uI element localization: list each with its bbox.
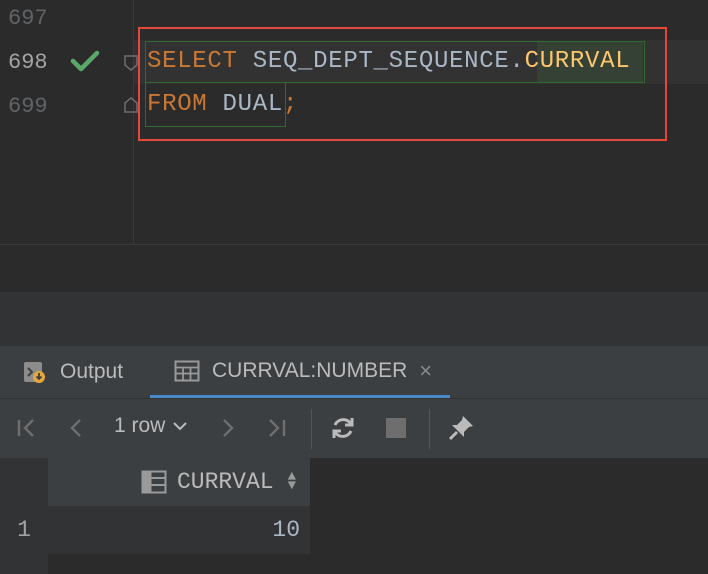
pin-icon[interactable] (446, 413, 476, 443)
close-icon[interactable]: × (419, 358, 432, 384)
tab-output-label: Output (60, 360, 124, 383)
line-number: 697 (8, 6, 48, 31)
output-console-icon (24, 362, 45, 383)
chevron-down-icon (173, 422, 188, 431)
row-count-label: 1 row (114, 414, 166, 437)
tab-output[interactable]: Output (22, 346, 140, 398)
results-tab-bar: Output CURRVAL:NUMBER × (0, 346, 708, 398)
line-number-active: 698 (8, 50, 48, 75)
result-grid[interactable]: CURRVAL ▲ ▼ 1 10 (0, 458, 708, 574)
selection-outline (138, 27, 667, 141)
column-header-label: CURRVAL (176, 469, 274, 495)
sql-editor[interactable]: 697 698 699 SELECT SEQ_DEPT_SEQUENCE.CUR… (0, 0, 708, 244)
tab-currval-number[interactable]: CURRVAL:NUMBER × (150, 346, 450, 398)
panel-splitter[interactable] (0, 292, 708, 346)
last-page-icon[interactable] (262, 413, 290, 443)
refresh-icon[interactable] (328, 413, 358, 443)
fold-end-icon[interactable] (124, 97, 138, 113)
line-number: 699 (8, 94, 48, 119)
check-icon (70, 50, 100, 72)
first-page-icon[interactable] (14, 413, 40, 443)
stop-icon[interactable] (384, 413, 408, 443)
column-table-icon (141, 470, 167, 494)
column-header-currval[interactable]: CURRVAL ▲ ▼ (48, 458, 311, 506)
row-count-dropdown[interactable]: 1 row (114, 414, 189, 438)
row-number: 1 (17, 517, 31, 543)
next-page-icon[interactable] (214, 413, 240, 443)
table-cell[interactable]: 10 (48, 506, 311, 554)
gutter-separator (133, 0, 134, 244)
toolbar-divider (429, 409, 430, 449)
editor-bottom-area (0, 244, 708, 292)
tab-currval-label: CURRVAL:NUMBER (212, 358, 408, 382)
previous-page-icon[interactable] (64, 413, 90, 443)
fold-start-icon[interactable] (124, 55, 138, 71)
table-grid-icon (174, 360, 200, 381)
sort-updown-icon[interactable]: ▲ ▼ (288, 470, 296, 493)
results-toolbar: 1 row (0, 398, 708, 458)
toolbar-divider (311, 409, 312, 449)
